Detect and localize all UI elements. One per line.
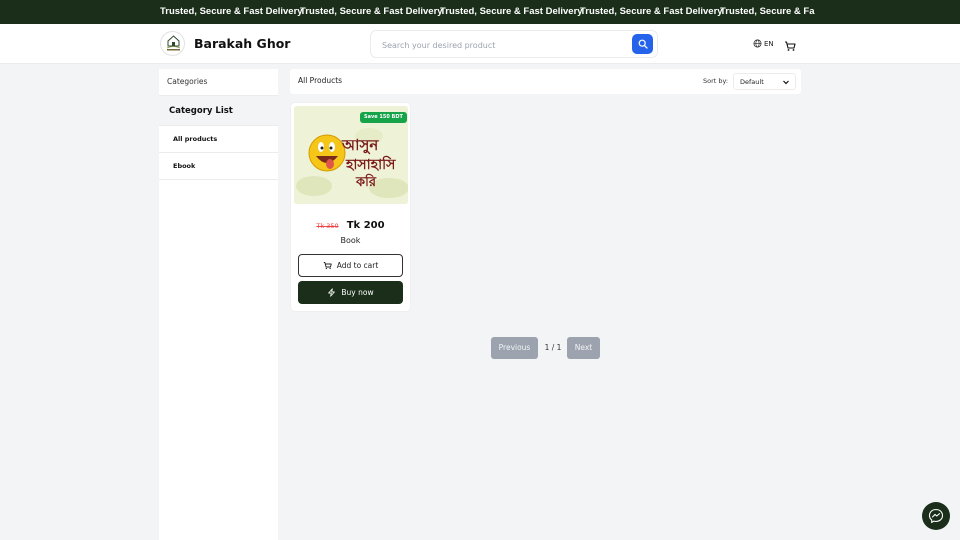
category-list-heading: Category List	[159, 96, 278, 126]
cart-icon	[323, 262, 332, 270]
messenger-chat-button[interactable]	[922, 502, 950, 530]
sidebar-title: Categories	[159, 69, 278, 96]
bolt-icon	[328, 288, 336, 297]
product-name[interactable]: Book	[291, 236, 410, 245]
add-to-cart-button[interactable]: Add to cart	[298, 254, 403, 277]
add-to-cart-label: Add to cart	[336, 261, 379, 270]
sidebar-item-ebook[interactable]: Ebook	[159, 153, 278, 180]
cart-button[interactable]	[784, 37, 796, 56]
language-switcher[interactable]: EN	[753, 39, 774, 48]
product-card[interactable]: আসুন হাসাহাসি করি Save 150 BDT Tk 350 Tk…	[290, 102, 411, 312]
brand-logo[interactable]	[160, 31, 185, 56]
svg-text:হাসাহাসি: হাসাহাসি	[345, 155, 396, 173]
discount-badge: Save 150 BDT	[360, 112, 407, 123]
current-price: Tk 200	[346, 220, 385, 231]
site-header: Barakah Ghor EN	[0, 24, 960, 64]
previous-page-button[interactable]: Previous	[491, 337, 538, 359]
products-toolbar: All Products Sort by: Default	[290, 69, 801, 94]
ticker-item: Trusted, Secure & Fast Delivery	[300, 6, 443, 17]
page-indicator: 1 / 1	[544, 343, 562, 352]
language-label: EN	[764, 39, 774, 48]
search-bar	[370, 30, 658, 58]
page-title: All Products	[298, 76, 343, 85]
ticker-item: Trusted, Secure & Fa	[720, 6, 815, 17]
sort-value: Default	[740, 78, 764, 86]
sort-label: Sort by:	[703, 77, 729, 85]
price-row: Tk 350 Tk 200	[291, 213, 410, 232]
next-page-button[interactable]: Next	[567, 337, 600, 359]
search-icon	[638, 39, 648, 49]
messenger-icon	[928, 508, 944, 524]
announcement-ticker: Trusted, Secure & Fast Delivery Trusted,…	[0, 0, 960, 24]
globe-icon	[753, 39, 762, 48]
search-button[interactable]	[632, 34, 653, 54]
ticker-item: Trusted, Secure & Fast Delivery	[440, 6, 583, 17]
ticker-item: Trusted, Secure & Fast Delivery	[580, 6, 723, 17]
product-image[interactable]: আসুন হাসাহাসি করি Save 150 BDT	[294, 106, 408, 204]
buy-now-label: Buy now	[341, 288, 374, 297]
brand-name[interactable]: Barakah Ghor	[194, 36, 290, 51]
old-price: Tk 350	[316, 222, 339, 230]
ticker-item: Trusted, Secure & Fast Delivery	[160, 6, 303, 17]
category-sidebar: Categories Category List All products Eb…	[159, 69, 278, 540]
cart-icon	[785, 41, 796, 51]
svg-text:করি: করি	[355, 173, 377, 190]
buy-now-button[interactable]: Buy now	[298, 281, 403, 304]
sort-select[interactable]: Default	[733, 73, 796, 90]
chevron-down-icon	[783, 80, 789, 85]
search-input[interactable]	[382, 37, 632, 53]
sidebar-item-all-products[interactable]: All products	[159, 126, 278, 153]
svg-text:আসুন: আসুন	[341, 136, 379, 154]
